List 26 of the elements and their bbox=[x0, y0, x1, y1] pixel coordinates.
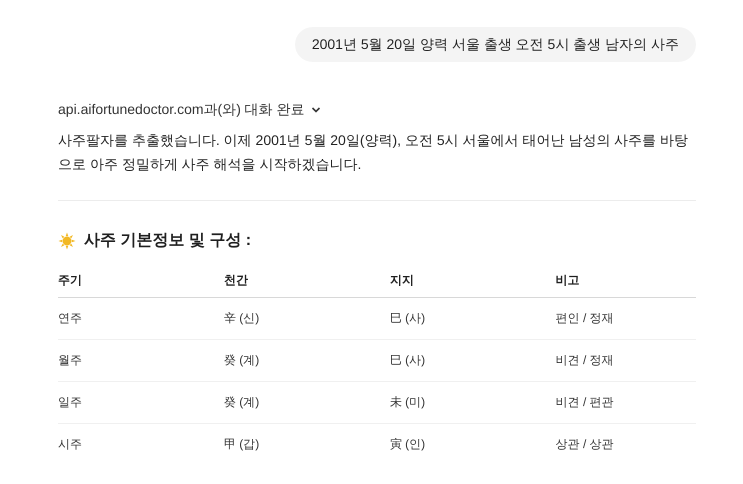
column-header: 천간 bbox=[224, 273, 248, 287]
table-cell: 癸 (계) bbox=[224, 353, 260, 367]
chevron-icon bbox=[310, 104, 321, 114]
table-cell: 일주 bbox=[58, 395, 82, 409]
column-header: 비고 bbox=[556, 273, 580, 287]
table-cell: 시주 bbox=[58, 437, 82, 451]
section-heading: 사주 기본정보 및 구성 : bbox=[84, 231, 252, 251]
table-cell: 癸 (계) bbox=[224, 395, 260, 409]
table-cell: 비견 / 편관 bbox=[556, 395, 614, 409]
user-message-bubble: 2001년 5월 20일 양력 서울 출생 오전 5시 출생 남자의 사주 bbox=[294, 27, 696, 62]
table-cell: 辛 (신) bbox=[224, 311, 260, 325]
table-cell: 甲 (갑) bbox=[224, 437, 260, 451]
table-cell: 未 (미) bbox=[390, 395, 426, 409]
table-cell: 상관 / 상관 bbox=[556, 437, 614, 451]
response-paragraph: 사주팔자를 추출했습니다. 이제 2001년 5월 20일(양력), 오전 5시 서울에서 태어난 남성의 사주를 바탕으로 아주 정밀하게 사주 해석을 시작하겠습니다. bbox=[58, 131, 690, 174]
sun-icon bbox=[58, 232, 76, 250]
column-header: 주기 bbox=[58, 273, 82, 287]
table-cell: 연주 bbox=[58, 311, 82, 325]
column-header: 지지 bbox=[390, 273, 414, 287]
table-cell: 월주 bbox=[58, 353, 82, 367]
table-cell: 비견 / 정재 bbox=[556, 353, 614, 367]
table-cell: 巳 (사) bbox=[390, 353, 426, 367]
table-cell: 편인 / 정재 bbox=[556, 311, 614, 325]
table-cell: 寅 (인) bbox=[390, 437, 426, 451]
tool-status-toggle[interactable]: api.aifortunedoctor.com과(와) 대화 완료 bbox=[58, 99, 321, 120]
table-cell: 巳 (사) bbox=[390, 311, 426, 325]
